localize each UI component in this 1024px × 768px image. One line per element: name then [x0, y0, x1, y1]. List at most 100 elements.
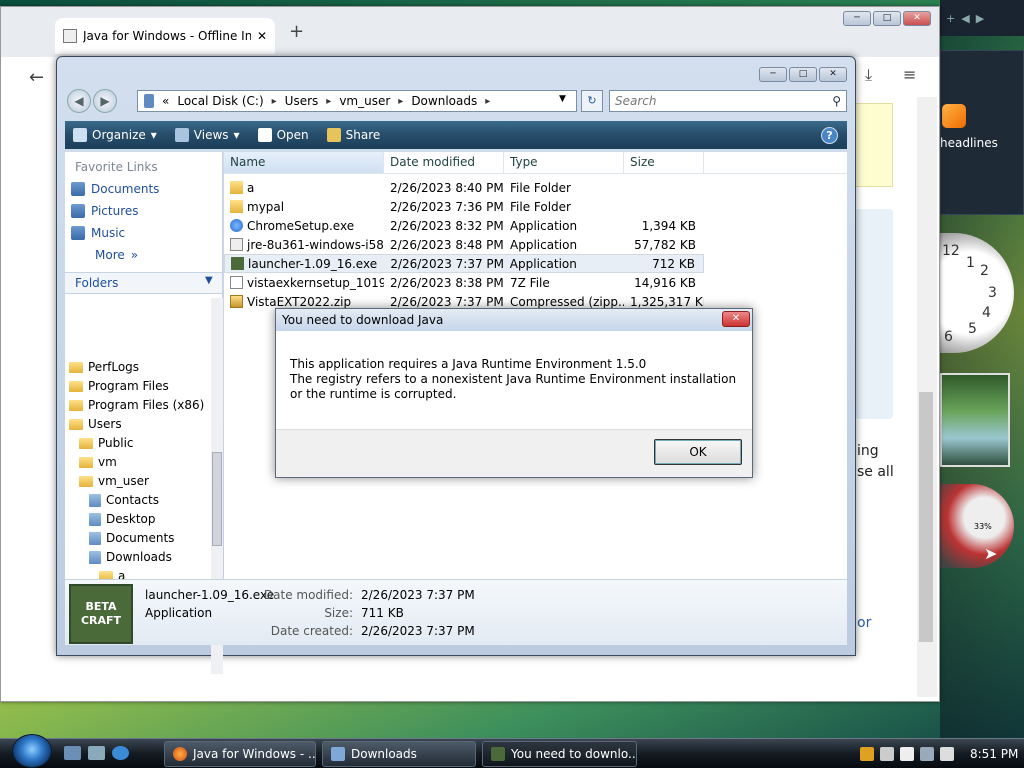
download-icon[interactable]: ⤓ [865, 65, 872, 85]
organize-button[interactable]: Organize ▾ [73, 128, 157, 142]
tray-arrow-icon[interactable] [880, 747, 894, 761]
column-name[interactable]: Name [224, 152, 384, 173]
sidebar-controls[interactable]: + ◀ ▶ [940, 0, 1024, 36]
taskbar-clock[interactable]: 8:51 PM [970, 747, 1018, 761]
network-icon[interactable] [920, 747, 934, 761]
fav-link-more[interactable]: More » [95, 248, 138, 262]
file-date-cell: 2/26/2023 8:48 PM [390, 237, 504, 252]
close-button[interactable]: ✕ [903, 11, 931, 26]
breadcrumb-item[interactable]: vm_user [339, 94, 390, 108]
tree-item[interactable]: Program Files [69, 379, 169, 393]
security-shield-icon[interactable] [860, 747, 874, 761]
breadcrumb-item[interactable]: Local Disk (C:) [177, 94, 263, 108]
breadcrumb-item[interactable]: Users [285, 94, 319, 108]
taskbar-item-explorer[interactable]: Downloads [322, 741, 476, 767]
views-button[interactable]: Views ▾ [174, 128, 240, 142]
tree-item[interactable]: PerfLogs [69, 360, 139, 374]
column-type[interactable]: Type [504, 152, 624, 173]
taskbar-item-browser[interactable]: Java for Windows - ... [164, 741, 316, 767]
file-size-cell: 1,325,317 KB [630, 294, 704, 309]
internet-explorer-icon[interactable] [112, 746, 129, 760]
exe-icon [230, 219, 243, 232]
date-modified-label: Date modified: [263, 588, 353, 602]
forward-button[interactable]: ▶ [93, 89, 117, 113]
file-type-cell: Compressed (zipp... [510, 294, 624, 309]
tree-item[interactable]: Program Files (x86) [69, 398, 204, 412]
tree-item[interactable]: vm_user [79, 474, 149, 488]
clock-number: 5 [968, 321, 977, 337]
file-row[interactable]: jre-8u361-windows-i58... 2/26/2023 8:48 P… [224, 235, 704, 254]
tree-item[interactable]: Downloads [89, 550, 172, 564]
file-row[interactable]: vistaexkernsetup_1019... 2/26/2023 8:38 P… [224, 273, 704, 292]
maximize-button[interactable]: □ [873, 11, 901, 26]
file-row[interactable]: a 2/26/2023 8:40 PM File Folder [224, 178, 704, 197]
close-tab-icon[interactable]: ✕ [257, 29, 267, 43]
file-row[interactable]: launcher-1.09_16.exe 2/26/2023 7:37 PM App… [224, 254, 704, 273]
more-arrow-icon: » [130, 248, 139, 262]
breadcrumb-item[interactable]: Downloads [411, 94, 477, 108]
share-button[interactable]: Share [326, 128, 380, 142]
breadcrumb-overflow[interactable]: « [162, 94, 169, 108]
column-date-modified[interactable]: Date modified [384, 152, 504, 173]
tree-item[interactable]: Documents [89, 531, 174, 545]
prev-icon[interactable]: ◀ [961, 12, 969, 25]
back-button[interactable]: ◀ [67, 89, 91, 113]
breadcrumb-arrow-icon[interactable]: ▸ [326, 96, 331, 107]
rss-gadget[interactable] [940, 50, 1024, 215]
breadcrumb-arrow-icon[interactable]: ▸ [272, 96, 277, 107]
fav-link-pictures[interactable]: Pictures [71, 204, 139, 218]
search-icon[interactable]: ⚲ [832, 94, 841, 108]
tree-item[interactable]: Desktop [89, 512, 156, 526]
add-gadget-icon[interactable]: + [946, 12, 955, 25]
fav-link-documents[interactable]: Documents [71, 182, 159, 196]
next-icon[interactable]: ▶ [976, 12, 984, 25]
task-label: Java for Windows - ... [193, 747, 316, 761]
refresh-button[interactable]: ↻ [581, 90, 603, 112]
column-size[interactable]: Size [624, 152, 704, 173]
tree-item[interactable]: Users [69, 417, 122, 431]
slideshow-gadget[interactable] [940, 373, 1010, 467]
menu-icon[interactable]: ≡ [903, 65, 916, 84]
maximize-button[interactable]: □ [789, 67, 817, 82]
browser-tab[interactable]: Java for Windows - Offline Insta ✕ [55, 18, 275, 54]
tree-item[interactable]: vm [79, 455, 117, 469]
tree-item[interactable]: Contacts [89, 493, 159, 507]
back-arrow-icon[interactable]: ← [29, 67, 44, 88]
volume-icon[interactable] [940, 747, 954, 761]
open-button[interactable]: Open [257, 128, 309, 142]
folders-header[interactable]: Folders [65, 272, 222, 294]
page-scrollbar-thumb[interactable] [919, 392, 933, 642]
ok-button[interactable]: OK [654, 439, 742, 465]
address-dropdown-icon[interactable]: ▼ [559, 94, 566, 104]
breadcrumb-arrow-icon[interactable]: ▸ [485, 96, 490, 107]
page-link[interactable]: or [857, 615, 871, 631]
chevron-down-icon[interactable]: ▼ [205, 275, 213, 286]
close-button[interactable]: ✕ [819, 67, 847, 82]
search-input[interactable]: Search ⚲ [609, 90, 847, 112]
chevron-down-icon: ▾ [233, 128, 240, 142]
cpu-percent: 33% [974, 522, 992, 531]
show-desktop-icon[interactable] [64, 746, 81, 760]
start-button[interactable] [12, 734, 52, 768]
breadcrumb-arrow-icon[interactable]: ▸ [398, 96, 403, 107]
new-tab-button[interactable]: + [289, 21, 304, 42]
clock-number: 12 [942, 243, 960, 259]
folder-icon [79, 437, 93, 449]
input-icon[interactable] [900, 747, 914, 761]
nav-scrollbar-thumb[interactable] [212, 452, 222, 546]
file-row[interactable]: mypal 2/26/2023 7:36 PM File Folder [224, 197, 704, 216]
address-bar[interactable]: « Local Disk (C:) ▸ Users ▸ vm_user ▸ Downl… [137, 90, 577, 112]
tree-item[interactable]: Public [79, 436, 134, 450]
taskbar-item-dialog[interactable]: You need to downlo... [482, 741, 637, 767]
switch-windows-icon[interactable] [88, 746, 105, 760]
file-row[interactable]: ChromeSetup.exe 2/26/2023 8:32 PM Applicat… [224, 216, 704, 235]
folder-icon [230, 181, 243, 194]
minimize-button[interactable]: ─ [759, 67, 787, 82]
clock-number: 6 [944, 329, 953, 345]
file-date-cell: 2/26/2023 7:37 PM [390, 256, 504, 271]
help-icon[interactable]: ? [821, 127, 838, 144]
open-label: Open [276, 128, 309, 142]
fav-link-music[interactable]: Music [71, 226, 125, 240]
dialog-close-button[interactable]: ✕ [722, 311, 750, 327]
minimize-button[interactable]: ─ [843, 11, 871, 26]
